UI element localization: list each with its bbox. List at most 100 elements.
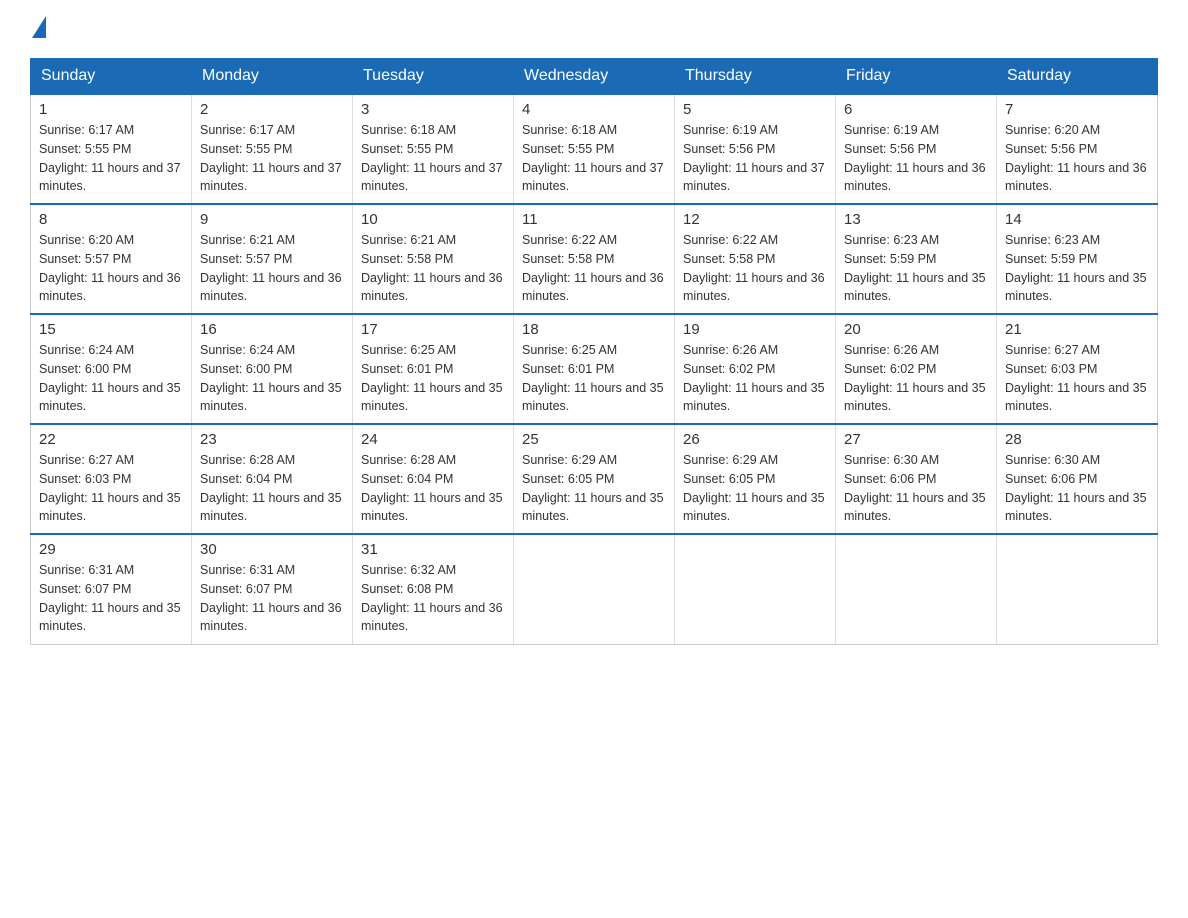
calendar-cell: 5 Sunrise: 6:19 AM Sunset: 5:56 PM Dayli… (675, 94, 836, 204)
day-number: 11 (522, 211, 666, 228)
calendar-cell: 28 Sunrise: 6:30 AM Sunset: 6:06 PM Dayl… (997, 424, 1158, 534)
day-number: 31 (361, 541, 505, 558)
calendar-cell: 16 Sunrise: 6:24 AM Sunset: 6:00 PM Dayl… (192, 314, 353, 424)
calendar-cell: 15 Sunrise: 6:24 AM Sunset: 6:00 PM Dayl… (31, 314, 192, 424)
day-header-wednesday: Wednesday (514, 59, 675, 95)
calendar-cell: 29 Sunrise: 6:31 AM Sunset: 6:07 PM Dayl… (31, 534, 192, 644)
day-number: 7 (1005, 101, 1149, 118)
day-info: Sunrise: 6:31 AM Sunset: 6:07 PM Dayligh… (39, 561, 183, 636)
day-info: Sunrise: 6:20 AM Sunset: 5:57 PM Dayligh… (39, 231, 183, 306)
day-info: Sunrise: 6:26 AM Sunset: 6:02 PM Dayligh… (683, 341, 827, 416)
day-info: Sunrise: 6:28 AM Sunset: 6:04 PM Dayligh… (361, 451, 505, 526)
day-info: Sunrise: 6:27 AM Sunset: 6:03 PM Dayligh… (1005, 341, 1149, 416)
day-info: Sunrise: 6:24 AM Sunset: 6:00 PM Dayligh… (39, 341, 183, 416)
calendar-week-4: 22 Sunrise: 6:27 AM Sunset: 6:03 PM Dayl… (31, 424, 1158, 534)
calendar-cell (514, 534, 675, 644)
calendar-cell: 30 Sunrise: 6:31 AM Sunset: 6:07 PM Dayl… (192, 534, 353, 644)
day-info: Sunrise: 6:19 AM Sunset: 5:56 PM Dayligh… (683, 121, 827, 196)
calendar-cell: 1 Sunrise: 6:17 AM Sunset: 5:55 PM Dayli… (31, 94, 192, 204)
calendar-cell: 13 Sunrise: 6:23 AM Sunset: 5:59 PM Dayl… (836, 204, 997, 314)
day-number: 9 (200, 211, 344, 228)
day-header-monday: Monday (192, 59, 353, 95)
logo (30, 20, 46, 38)
calendar-cell: 14 Sunrise: 6:23 AM Sunset: 5:59 PM Dayl… (997, 204, 1158, 314)
calendar-cell: 12 Sunrise: 6:22 AM Sunset: 5:58 PM Dayl… (675, 204, 836, 314)
day-number: 21 (1005, 321, 1149, 338)
calendar-cell: 8 Sunrise: 6:20 AM Sunset: 5:57 PM Dayli… (31, 204, 192, 314)
day-number: 6 (844, 101, 988, 118)
calendar-cell: 23 Sunrise: 6:28 AM Sunset: 6:04 PM Dayl… (192, 424, 353, 534)
day-number: 2 (200, 101, 344, 118)
calendar-week-1: 1 Sunrise: 6:17 AM Sunset: 5:55 PM Dayli… (31, 94, 1158, 204)
day-number: 14 (1005, 211, 1149, 228)
day-info: Sunrise: 6:30 AM Sunset: 6:06 PM Dayligh… (844, 451, 988, 526)
day-number: 24 (361, 431, 505, 448)
day-info: Sunrise: 6:27 AM Sunset: 6:03 PM Dayligh… (39, 451, 183, 526)
calendar-cell: 27 Sunrise: 6:30 AM Sunset: 6:06 PM Dayl… (836, 424, 997, 534)
calendar-cell: 19 Sunrise: 6:26 AM Sunset: 6:02 PM Dayl… (675, 314, 836, 424)
calendar-cell: 3 Sunrise: 6:18 AM Sunset: 5:55 PM Dayli… (353, 94, 514, 204)
day-number: 18 (522, 321, 666, 338)
day-number: 20 (844, 321, 988, 338)
day-number: 15 (39, 321, 183, 338)
day-number: 1 (39, 101, 183, 118)
calendar-cell (675, 534, 836, 644)
logo-triangle-icon (32, 16, 46, 38)
calendar-cell: 22 Sunrise: 6:27 AM Sunset: 6:03 PM Dayl… (31, 424, 192, 534)
calendar-table: SundayMondayTuesdayWednesdayThursdayFrid… (30, 58, 1158, 645)
day-number: 27 (844, 431, 988, 448)
day-number: 16 (200, 321, 344, 338)
day-number: 17 (361, 321, 505, 338)
day-info: Sunrise: 6:21 AM Sunset: 5:57 PM Dayligh… (200, 231, 344, 306)
day-number: 10 (361, 211, 505, 228)
day-info: Sunrise: 6:22 AM Sunset: 5:58 PM Dayligh… (522, 231, 666, 306)
day-info: Sunrise: 6:18 AM Sunset: 5:55 PM Dayligh… (522, 121, 666, 196)
calendar-cell: 24 Sunrise: 6:28 AM Sunset: 6:04 PM Dayl… (353, 424, 514, 534)
day-info: Sunrise: 6:17 AM Sunset: 5:55 PM Dayligh… (200, 121, 344, 196)
calendar-cell: 25 Sunrise: 6:29 AM Sunset: 6:05 PM Dayl… (514, 424, 675, 534)
day-header-saturday: Saturday (997, 59, 1158, 95)
day-number: 30 (200, 541, 344, 558)
day-number: 8 (39, 211, 183, 228)
day-number: 22 (39, 431, 183, 448)
day-info: Sunrise: 6:31 AM Sunset: 6:07 PM Dayligh… (200, 561, 344, 636)
day-header-thursday: Thursday (675, 59, 836, 95)
day-info: Sunrise: 6:30 AM Sunset: 6:06 PM Dayligh… (1005, 451, 1149, 526)
calendar-cell: 18 Sunrise: 6:25 AM Sunset: 6:01 PM Dayl… (514, 314, 675, 424)
day-number: 4 (522, 101, 666, 118)
day-number: 13 (844, 211, 988, 228)
day-info: Sunrise: 6:29 AM Sunset: 6:05 PM Dayligh… (683, 451, 827, 526)
day-info: Sunrise: 6:19 AM Sunset: 5:56 PM Dayligh… (844, 121, 988, 196)
day-info: Sunrise: 6:20 AM Sunset: 5:56 PM Dayligh… (1005, 121, 1149, 196)
calendar-cell: 9 Sunrise: 6:21 AM Sunset: 5:57 PM Dayli… (192, 204, 353, 314)
day-info: Sunrise: 6:29 AM Sunset: 6:05 PM Dayligh… (522, 451, 666, 526)
day-info: Sunrise: 6:25 AM Sunset: 6:01 PM Dayligh… (361, 341, 505, 416)
day-number: 29 (39, 541, 183, 558)
day-header-friday: Friday (836, 59, 997, 95)
page-header (30, 20, 1158, 38)
day-info: Sunrise: 6:23 AM Sunset: 5:59 PM Dayligh… (1005, 231, 1149, 306)
day-number: 23 (200, 431, 344, 448)
calendar-cell: 26 Sunrise: 6:29 AM Sunset: 6:05 PM Dayl… (675, 424, 836, 534)
calendar-week-2: 8 Sunrise: 6:20 AM Sunset: 5:57 PM Dayli… (31, 204, 1158, 314)
calendar-cell: 31 Sunrise: 6:32 AM Sunset: 6:08 PM Dayl… (353, 534, 514, 644)
day-info: Sunrise: 6:28 AM Sunset: 6:04 PM Dayligh… (200, 451, 344, 526)
day-number: 5 (683, 101, 827, 118)
day-info: Sunrise: 6:23 AM Sunset: 5:59 PM Dayligh… (844, 231, 988, 306)
calendar-week-3: 15 Sunrise: 6:24 AM Sunset: 6:00 PM Dayl… (31, 314, 1158, 424)
day-info: Sunrise: 6:25 AM Sunset: 6:01 PM Dayligh… (522, 341, 666, 416)
day-number: 28 (1005, 431, 1149, 448)
calendar-cell: 10 Sunrise: 6:21 AM Sunset: 5:58 PM Dayl… (353, 204, 514, 314)
calendar-cell: 6 Sunrise: 6:19 AM Sunset: 5:56 PM Dayli… (836, 94, 997, 204)
calendar-header-row: SundayMondayTuesdayWednesdayThursdayFrid… (31, 59, 1158, 95)
calendar-cell: 2 Sunrise: 6:17 AM Sunset: 5:55 PM Dayli… (192, 94, 353, 204)
day-info: Sunrise: 6:18 AM Sunset: 5:55 PM Dayligh… (361, 121, 505, 196)
calendar-cell: 4 Sunrise: 6:18 AM Sunset: 5:55 PM Dayli… (514, 94, 675, 204)
calendar-cell: 21 Sunrise: 6:27 AM Sunset: 6:03 PM Dayl… (997, 314, 1158, 424)
calendar-cell (836, 534, 997, 644)
calendar-cell (997, 534, 1158, 644)
calendar-cell: 17 Sunrise: 6:25 AM Sunset: 6:01 PM Dayl… (353, 314, 514, 424)
day-header-sunday: Sunday (31, 59, 192, 95)
day-info: Sunrise: 6:21 AM Sunset: 5:58 PM Dayligh… (361, 231, 505, 306)
day-info: Sunrise: 6:17 AM Sunset: 5:55 PM Dayligh… (39, 121, 183, 196)
